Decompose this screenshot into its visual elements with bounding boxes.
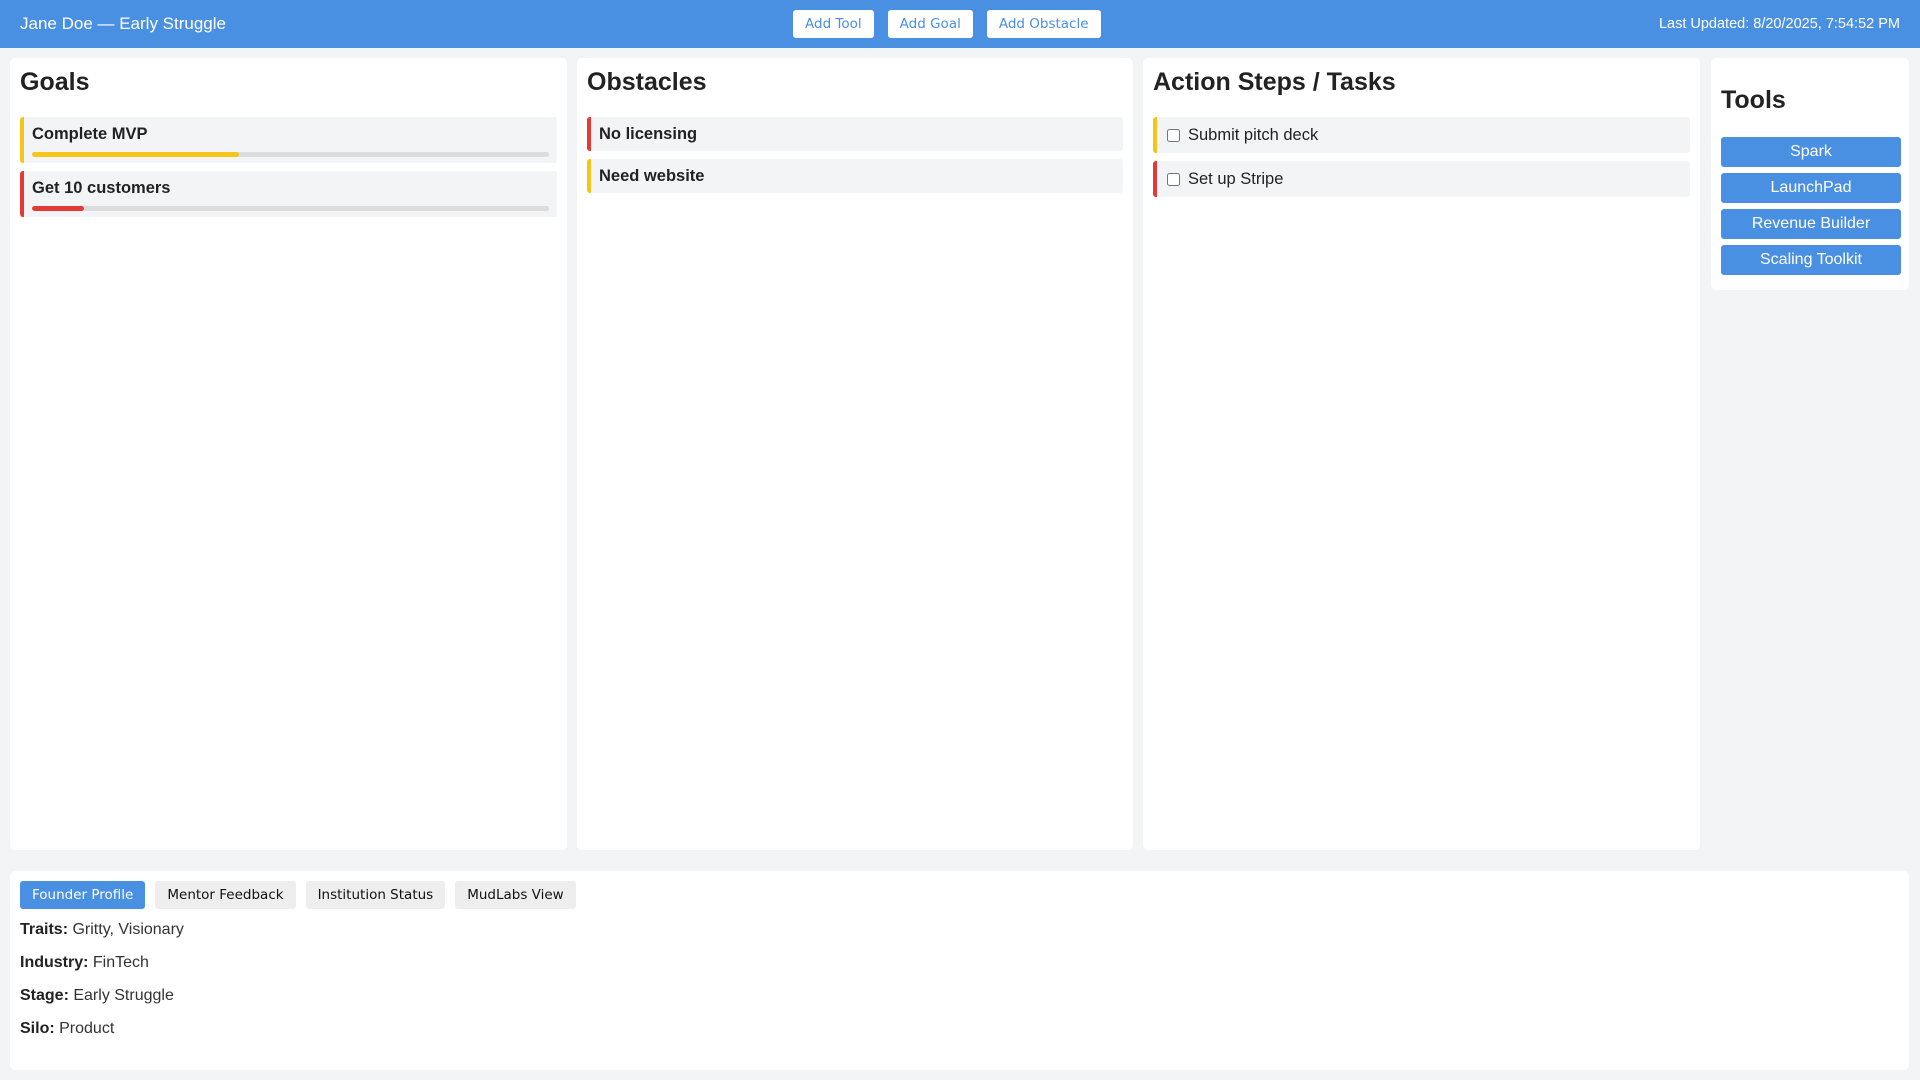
tool-scaling-toolkit-button[interactable]: Scaling Toolkit [1721,245,1901,275]
profile-tabs: Founder Profile Mentor Feedback Institut… [20,881,1899,909]
page-title: Jane Doe — Early Struggle [20,14,226,33]
tab-mudlabs-view[interactable]: MudLabs View [455,881,576,909]
tab-mentor-feedback[interactable]: Mentor Feedback [155,881,296,909]
field-key: Traits: [20,921,69,938]
field-key: Industry: [20,954,89,971]
tasks-heading: Action Steps / Tasks [1153,68,1396,96]
obstacle-item[interactable]: No licensing [587,117,1123,151]
goal-label: Complete MVP [32,125,148,143]
goal-item[interactable]: Complete MVP [20,117,557,163]
field-key: Stage: [20,987,69,1004]
obstacles-panel: Obstacles No licensing Need website [577,58,1133,850]
task-item: Submit pitch deck [1153,117,1690,153]
tasks-panel: Action Steps / Tasks Submit pitch deck S… [1143,58,1700,850]
goal-progress-bar [32,206,549,211]
profile-field-silo: Silo: Product [20,1020,1899,1038]
tools-panel: Tools Spark LaunchPad Revenue Builder Sc… [1711,58,1909,290]
task-item: Set up Stripe [1153,161,1690,197]
profile-section: Founder Profile Mentor Feedback Institut… [10,871,1909,1070]
profile-field-traits: Traits: Gritty, Visionary [20,921,1899,939]
obstacle-item[interactable]: Need website [587,159,1123,193]
task-label: Submit pitch deck [1188,125,1319,144]
task-label: Set up Stripe [1188,169,1284,188]
task-checkbox[interactable] [1167,172,1180,186]
field-key: Silo: [20,1020,55,1037]
field-value: Early Struggle [73,987,174,1004]
add-goal-button[interactable]: Add Goal [887,10,973,38]
goals-heading: Goals [20,68,90,96]
tool-revenue-builder-button[interactable]: Revenue Builder [1721,209,1901,239]
obstacles-heading: Obstacles [587,68,707,96]
goal-item[interactable]: Get 10 customers [20,171,557,217]
top-actions: Add Tool Add Goal Add Obstacle [793,10,1101,38]
obstacle-label: No licensing [599,125,698,143]
profile-field-stage: Stage: Early Struggle [20,987,1899,1005]
field-value: Gritty, Visionary [72,921,184,938]
obstacle-label: Need website [599,167,705,185]
goals-panel: Goals Complete MVP Get 10 customers [10,58,567,850]
tool-launchpad-button[interactable]: LaunchPad [1721,173,1901,203]
goal-progress-fill [32,152,239,157]
add-obstacle-button[interactable]: Add Obstacle [986,10,1101,38]
field-value: FinTech [92,954,149,971]
tab-institution-status[interactable]: Institution Status [305,881,446,909]
goal-progress-bar [32,152,549,157]
task-checkbox[interactable] [1167,128,1180,142]
field-value: Product [59,1020,115,1037]
goal-label: Get 10 customers [32,179,171,197]
add-tool-button[interactable]: Add Tool [793,10,874,38]
profile-field-industry: Industry: FinTech [20,954,1899,972]
tools-heading: Tools [1721,86,1786,114]
tab-founder-profile[interactable]: Founder Profile [20,881,146,909]
goal-progress-fill [32,206,84,211]
tool-spark-button[interactable]: Spark [1721,137,1901,167]
last-updated: Last Updated: 8/20/2025, 7:54:52 PM [1658,16,1900,32]
